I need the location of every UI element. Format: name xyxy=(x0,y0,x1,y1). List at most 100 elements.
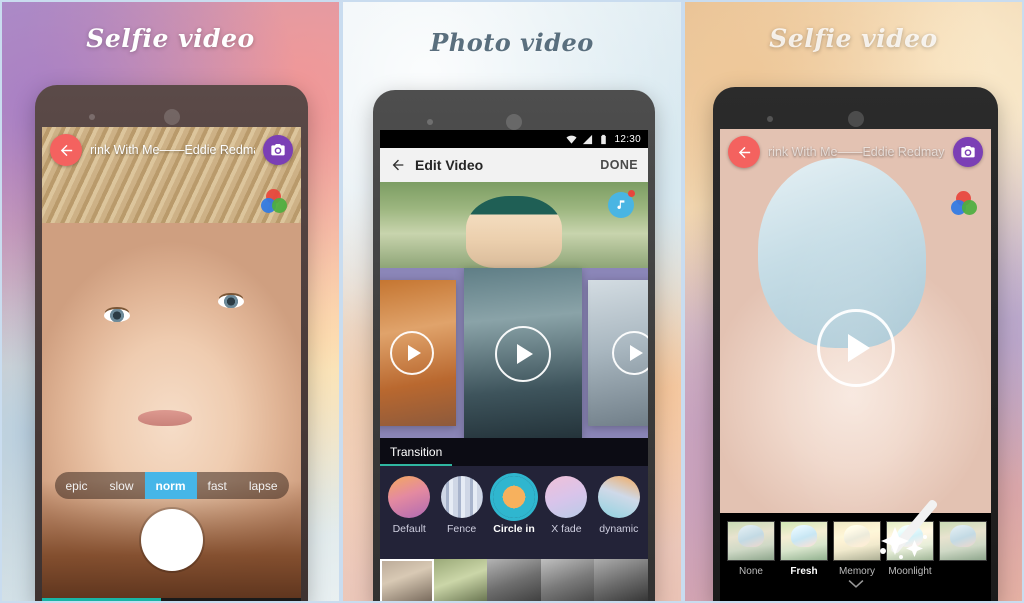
panel-selfie-video-filters: Selfie video rink With Me——Eddie Redmay xyxy=(683,0,1024,603)
filter-thumb xyxy=(727,521,775,561)
filter-item-next[interactable] xyxy=(939,521,987,577)
recording-progress-fill xyxy=(42,598,162,601)
arrow-left-icon xyxy=(60,144,72,156)
panel-title: Selfie video xyxy=(86,24,255,53)
play-icon xyxy=(848,333,870,362)
play-button[interactable] xyxy=(495,326,551,382)
filter-label: Memory xyxy=(838,566,876,577)
speed-option-epic[interactable]: epic xyxy=(54,472,98,499)
switch-camera-button[interactable] xyxy=(953,137,983,167)
filter-thumb xyxy=(780,521,828,561)
transition-label: Default xyxy=(392,523,426,535)
phone-screen: rink With Me——Eddie Redmay epic slow nor… xyxy=(42,127,301,601)
transition-thumb xyxy=(545,476,588,518)
filmstrip-frame[interactable] xyxy=(540,559,595,601)
battery-icon xyxy=(601,134,607,144)
collapse-filters-button[interactable] xyxy=(847,577,864,595)
filter-thumb xyxy=(886,521,934,561)
filmstrip-frame[interactable] xyxy=(594,559,648,601)
front-camera-dot xyxy=(767,116,773,122)
chevron-down-icon xyxy=(848,580,863,588)
phone-mockup: rink With Me——Eddie Redmay None Fresh Me… xyxy=(713,87,998,601)
filter-bar: None Fresh Memory Moonlight xyxy=(720,513,991,601)
tab-transition[interactable]: Transition xyxy=(380,445,453,466)
now-playing-label: rink With Me——Eddie Redmay xyxy=(90,143,255,157)
hero-preview[interactable] xyxy=(380,182,648,268)
filter-dot-green xyxy=(272,198,287,213)
back-button[interactable] xyxy=(50,134,82,166)
play-icon xyxy=(407,345,421,361)
speed-option-fast[interactable]: fast xyxy=(197,472,238,499)
transition-item-default[interactable]: Default xyxy=(386,476,432,535)
transition-thumb xyxy=(493,476,536,518)
back-button[interactable] xyxy=(728,136,760,168)
music-note-icon xyxy=(617,200,625,210)
transition-item-circle-in[interactable]: Circle in xyxy=(491,476,537,535)
timeline-filmstrip[interactable] xyxy=(380,559,648,601)
filter-item-fresh[interactable]: Fresh xyxy=(780,521,828,577)
panel-photo-video: Photo video 12:30 Edit Video DONE Transi… xyxy=(341,0,683,603)
filmstrip-frame[interactable] xyxy=(380,559,434,601)
arrow-left-icon xyxy=(738,146,750,158)
page-title: Edit Video xyxy=(415,157,484,173)
camera-top-bar: rink With Me——Eddie Redmay xyxy=(42,127,301,173)
play-button[interactable] xyxy=(390,331,434,375)
transition-item-x-fade[interactable]: X fade xyxy=(543,476,589,535)
arrow-left-icon[interactable] xyxy=(390,157,406,173)
panel-title: Selfie video xyxy=(769,24,938,53)
camera-top-bar: rink With Me——Eddie Redmay xyxy=(720,129,991,175)
transition-label: dynamic xyxy=(599,523,639,535)
edit-video-appbar: Edit Video DONE xyxy=(380,148,648,182)
front-camera-dot xyxy=(89,114,95,120)
recording-progress-bar xyxy=(42,598,301,601)
android-status-bar: 12:30 xyxy=(380,130,648,148)
camera-switch-icon xyxy=(961,146,975,158)
earpiece-speaker xyxy=(847,111,864,127)
color-filter-icon[interactable] xyxy=(261,189,287,213)
clip-thumbnail-right[interactable] xyxy=(588,280,648,426)
speed-option-lapse[interactable]: lapse xyxy=(238,472,289,499)
eye-left xyxy=(104,309,130,322)
filter-label: Fresh xyxy=(790,566,818,577)
panel-selfie-video: Selfie video rink With Me——Eddie Redmay xyxy=(0,0,341,603)
play-icon xyxy=(629,345,643,361)
filter-thumb xyxy=(939,521,987,561)
transition-tab-bar: Transition xyxy=(380,438,648,466)
music-badge xyxy=(628,190,635,197)
record-shutter-button[interactable] xyxy=(140,509,203,571)
front-camera-dot xyxy=(427,119,433,125)
transition-label: Fence xyxy=(447,523,477,535)
filter-label: None xyxy=(739,566,763,577)
filmstrip-frame[interactable] xyxy=(487,559,541,601)
speed-selector[interactable]: epic slow norm fast lapse xyxy=(54,472,289,499)
clip-thumbnail-left[interactable] xyxy=(380,280,456,426)
panel-title: Photo video xyxy=(430,28,594,57)
phone-screen: 12:30 Edit Video DONE Transition Default… xyxy=(380,130,648,601)
filter-item-moonlight[interactable]: Moonlight xyxy=(886,521,934,577)
transition-list: Default Fence Circle in X fade dynamic xyxy=(380,466,648,535)
filmstrip-frame[interactable] xyxy=(433,559,488,601)
play-button[interactable] xyxy=(612,331,648,375)
transition-item-dynamic[interactable]: dynamic xyxy=(596,476,642,535)
phone-mockup: 12:30 Edit Video DONE Transition Default… xyxy=(373,90,655,601)
now-playing-label: rink With Me——Eddie Redmay xyxy=(768,145,945,159)
transition-label: X fade xyxy=(551,523,582,535)
speed-option-norm[interactable]: norm xyxy=(144,472,197,499)
transition-item-fence[interactable]: Fence xyxy=(438,476,484,535)
color-filter-icon[interactable] xyxy=(951,191,977,215)
status-clock: 12:30 xyxy=(614,133,641,145)
filter-item-memory[interactable]: Memory xyxy=(833,521,881,577)
play-icon xyxy=(517,344,533,364)
earpiece-speaker xyxy=(163,109,180,125)
phone-mockup: rink With Me——Eddie Redmay epic slow nor… xyxy=(35,85,308,601)
clip-thumbnail-center[interactable] xyxy=(464,268,582,440)
play-button[interactable] xyxy=(816,308,895,387)
switch-camera-button[interactable] xyxy=(263,135,293,165)
speed-option-slow[interactable]: slow xyxy=(98,472,144,499)
signal-icon xyxy=(583,134,593,144)
wifi-icon xyxy=(566,135,578,144)
filter-item-none[interactable]: None xyxy=(727,521,775,577)
lips xyxy=(138,410,192,426)
done-button[interactable]: DONE xyxy=(600,158,638,172)
transition-thumb xyxy=(440,476,483,518)
